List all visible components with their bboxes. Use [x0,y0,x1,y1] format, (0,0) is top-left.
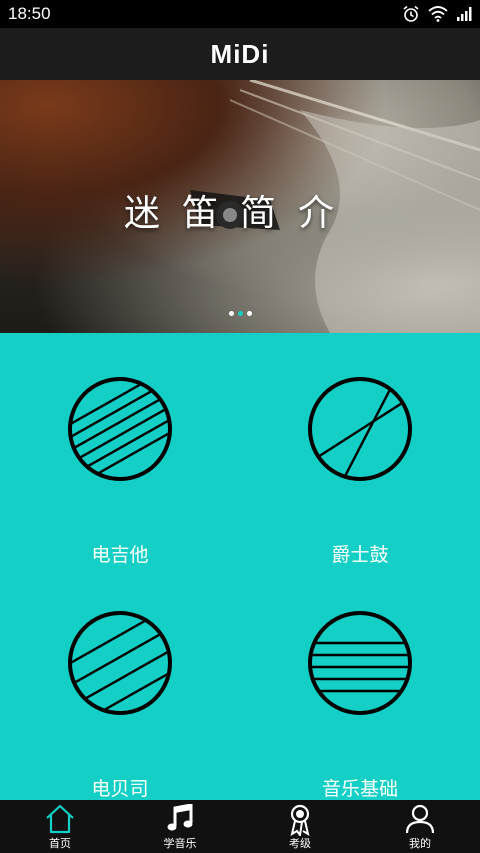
music-basics-icon [308,611,412,715]
carousel-dot-active [237,311,243,316]
category-label: 电吉他 [91,544,149,566]
electric-guitar-icon [68,377,172,481]
banner-title: 迷笛简介 [123,193,356,234]
category-electric-bass[interactable]: 电贝司 [20,610,220,810]
bottom-nav: 首页 学音乐 考级 我的 [0,800,480,853]
app-bar: MiDi [0,28,480,80]
app-logo: MiDi [210,39,270,69]
status-icons [402,4,474,24]
category-jazz-drum[interactable]: 爵士鼓 [260,376,460,576]
nav-exam[interactable]: 考级 [240,800,360,853]
jazz-drum-icon [308,377,412,481]
electric-bass-icon [68,611,172,715]
category-music-basics[interactable]: 音乐基础 [260,610,460,810]
status-time: 18:50 [8,4,51,23]
nav-label: 我的 [409,837,431,850]
award-icon [290,804,310,836]
category-label: 电贝司 [91,778,149,800]
carousel-dot [228,311,234,316]
home-icon [46,804,74,834]
carousel-dot [246,311,252,316]
music-note-icon [167,804,193,831]
nav-label: 首页 [49,837,71,850]
category-label: 音乐基础 [321,778,398,800]
nav-mine[interactable]: 我的 [360,800,480,853]
carousel-indicator [0,311,480,316]
profile-icon [405,804,435,834]
status-bar: 18:50 [0,0,480,28]
nav-label: 考级 [289,837,311,850]
alarm-icon [402,5,420,23]
category-electric-guitar[interactable]: 电吉他 [20,376,220,576]
banner-carousel[interactable]: 迷笛简介 [0,80,480,333]
nav-learn-music[interactable]: 学音乐 [120,800,240,853]
category-label: 爵士鼓 [331,544,389,566]
category-grid: 电吉他 爵士鼓 电贝司 音乐基础 [0,333,480,800]
nav-home[interactable]: 首页 [0,800,120,853]
nav-label: 学音乐 [163,837,197,850]
wifi-icon [428,6,448,22]
signal-icon [456,6,474,22]
